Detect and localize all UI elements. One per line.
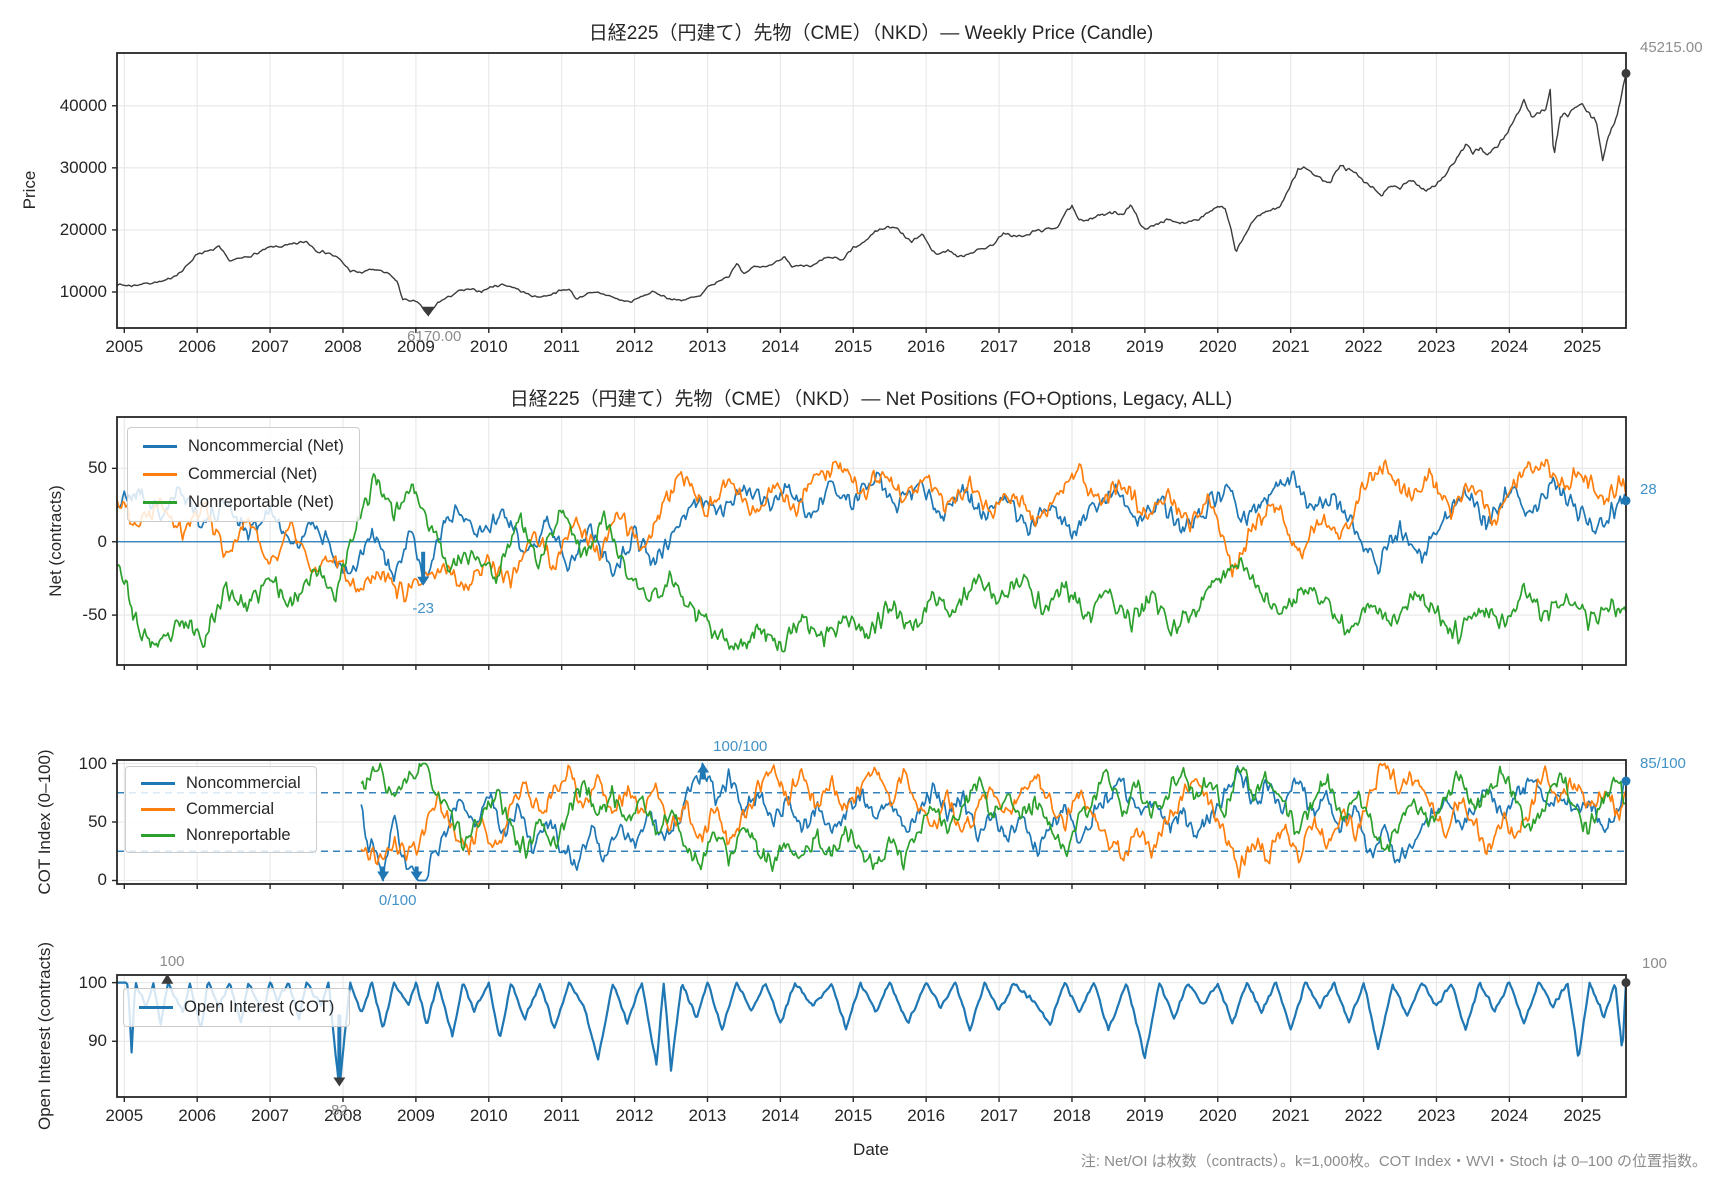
nonreportable-line-swatch — [141, 834, 175, 837]
price-x-tick-label: 2008 — [324, 337, 362, 357]
open_interest-x-tick-label: 2014 — [761, 1106, 799, 1126]
open_interest-x-tick-label: 2020 — [1199, 1106, 1237, 1126]
open-interest-line-swatch — [139, 1006, 173, 1009]
open_interest-x-tick-label: 2013 — [689, 1106, 727, 1126]
cot-legend: Noncommercial Commercial Nonreportable — [125, 766, 317, 853]
legend-label: Nonreportable — [186, 826, 291, 845]
legend-item-commercial-net: Commercial (Net) — [143, 465, 344, 484]
oi-high-annotation: 100 — [160, 953, 185, 970]
net-legend: Noncommercial (Net) Commercial (Net) Non… — [127, 427, 360, 522]
net-panel-title: 日経225（円建て）先物（CME）（NKD）— Net Positions (F… — [510, 384, 1232, 411]
legend-item-noncommercial: Noncommercial — [141, 774, 301, 793]
noncommercial-line-swatch — [143, 445, 177, 448]
price-x-tick-label: 2016 — [907, 337, 945, 357]
open_interest-x-tick-label: 2015 — [834, 1106, 872, 1126]
net-last-annotation: 28 — [1640, 481, 1657, 498]
open_interest-x-tick-label: 2006 — [178, 1106, 216, 1126]
oi-low-annotation: 82 — [331, 1102, 348, 1119]
open_interest-y-tick-label: 100 — [79, 973, 107, 993]
net_positions-y-tick-label: 50 — [88, 458, 107, 478]
oi-y-axis-label: Open Interest (contracts) — [35, 942, 55, 1130]
open_interest-x-tick-label: 2016 — [907, 1106, 945, 1126]
price-last-annotation: 45215.00 — [1640, 39, 1703, 56]
price-x-tick-label: 2014 — [761, 337, 799, 357]
open_interest-x-tick-label: 2011 — [543, 1106, 580, 1126]
price-x-tick-label: 2017 — [980, 337, 1018, 357]
open_interest-x-tick-label: 2010 — [470, 1106, 508, 1126]
price-x-tick-label: 2006 — [178, 337, 216, 357]
commercial-line-swatch — [143, 473, 177, 476]
legend-label: Commercial — [186, 800, 274, 819]
cot-last-annotation: 85/100 — [1640, 755, 1686, 772]
price-x-tick-label: 2025 — [1563, 337, 1601, 357]
price-panel-title: 日経225（円建て）先物（CME）（NKD）— Weekly Price (Ca… — [589, 18, 1153, 45]
open_interest-x-tick-label: 2009 — [397, 1106, 435, 1126]
legend-item-commercial: Commercial — [141, 800, 301, 819]
price-x-tick-label: 2022 — [1345, 337, 1383, 357]
cot-high-annotation: 100/100 — [713, 738, 767, 755]
open_interest-x-tick-label: 2023 — [1418, 1106, 1456, 1126]
nonreportable-line-swatch — [143, 501, 177, 504]
legend-item-noncommercial-net: Noncommercial (Net) — [143, 437, 344, 456]
open_interest-x-tick-label: 2024 — [1490, 1106, 1528, 1126]
price-x-tick-label: 2018 — [1053, 337, 1091, 357]
open_interest-x-tick-label: 2018 — [1053, 1106, 1091, 1126]
cot_index-y-tick-label: 0 — [98, 870, 107, 890]
open_interest-x-tick-label: 2012 — [616, 1106, 654, 1126]
open_interest-x-tick-label: 2007 — [251, 1106, 289, 1126]
legend-item-nonreportable-net: Nonreportable (Net) — [143, 493, 344, 512]
price-y-axis-label: Price — [20, 171, 40, 210]
legend-item-nonreportable: Nonreportable — [141, 826, 301, 845]
price-x-tick-label: 2020 — [1199, 337, 1237, 357]
price-x-tick-label: 2023 — [1418, 337, 1456, 357]
commercial-line-swatch — [141, 808, 175, 811]
cot_index-y-tick-label: 50 — [88, 812, 107, 832]
cot-y-axis-label: COT Index (0–100) — [35, 749, 55, 894]
open_interest-x-tick-label: 2025 — [1563, 1106, 1601, 1126]
price-x-tick-label: 2019 — [1126, 337, 1164, 357]
net-low-annotation: -23 — [412, 600, 434, 617]
price-x-tick-label: 2005 — [105, 337, 143, 357]
price-x-tick-label: 2012 — [616, 337, 654, 357]
cot_index-y-tick-label: 100 — [79, 754, 107, 774]
price-y-tick-label: 10000 — [60, 282, 107, 302]
footnote: 注: Net/OI は枚数（contracts）。k=1,000枚。COT In… — [1081, 1150, 1707, 1171]
open_interest-x-tick-label: 2021 — [1272, 1106, 1310, 1126]
price-y-tick-label: 30000 — [60, 158, 107, 178]
legend-label: Open Interest (COT) — [184, 998, 334, 1017]
price-x-tick-label: 2015 — [834, 337, 872, 357]
cot-low-annotation: 0/100 — [379, 892, 417, 909]
x-axis-label: Date — [853, 1140, 889, 1160]
price-x-tick-label: 2021 — [1272, 337, 1310, 357]
open_interest-x-tick-label: 2022 — [1345, 1106, 1383, 1126]
oi-last-annotation: 100 — [1642, 955, 1667, 972]
price-x-tick-label: 2010 — [470, 337, 508, 357]
legend-label: Noncommercial — [186, 774, 301, 793]
legend-label: Noncommercial (Net) — [188, 437, 344, 456]
noncommercial-line-swatch — [141, 782, 175, 785]
oi-legend: Open Interest (COT) — [123, 988, 350, 1027]
price-x-tick-label: 2007 — [251, 337, 289, 357]
net_positions-y-tick-label: 0 — [98, 532, 107, 552]
cot-dashboard-figure: 日経225（円建て）先物（CME）（NKD）— Weekly Price (Ca… — [0, 0, 1728, 1180]
price-low-annotation: 6170.00 — [407, 328, 461, 345]
cot_index-series-green — [361, 764, 1625, 872]
open_interest-y-tick-label: 90 — [88, 1031, 107, 1051]
legend-label: Commercial (Net) — [188, 465, 317, 484]
price-x-tick-label: 2024 — [1490, 337, 1528, 357]
net-y-axis-label: Net (contracts) — [46, 485, 66, 596]
net_positions-y-tick-label: -50 — [82, 605, 107, 625]
price-y-tick-label: 40000 — [60, 96, 107, 116]
open_interest-x-tick-label: 2017 — [980, 1106, 1018, 1126]
open_interest-x-tick-label: 2019 — [1126, 1106, 1164, 1126]
price-x-tick-label: 2011 — [543, 337, 580, 357]
price-y-tick-label: 20000 — [60, 220, 107, 240]
legend-item-open-interest: Open Interest (COT) — [139, 998, 334, 1017]
price-x-tick-label: 2013 — [689, 337, 727, 357]
open_interest-x-tick-label: 2005 — [105, 1106, 143, 1126]
legend-label: Nonreportable (Net) — [188, 493, 334, 512]
